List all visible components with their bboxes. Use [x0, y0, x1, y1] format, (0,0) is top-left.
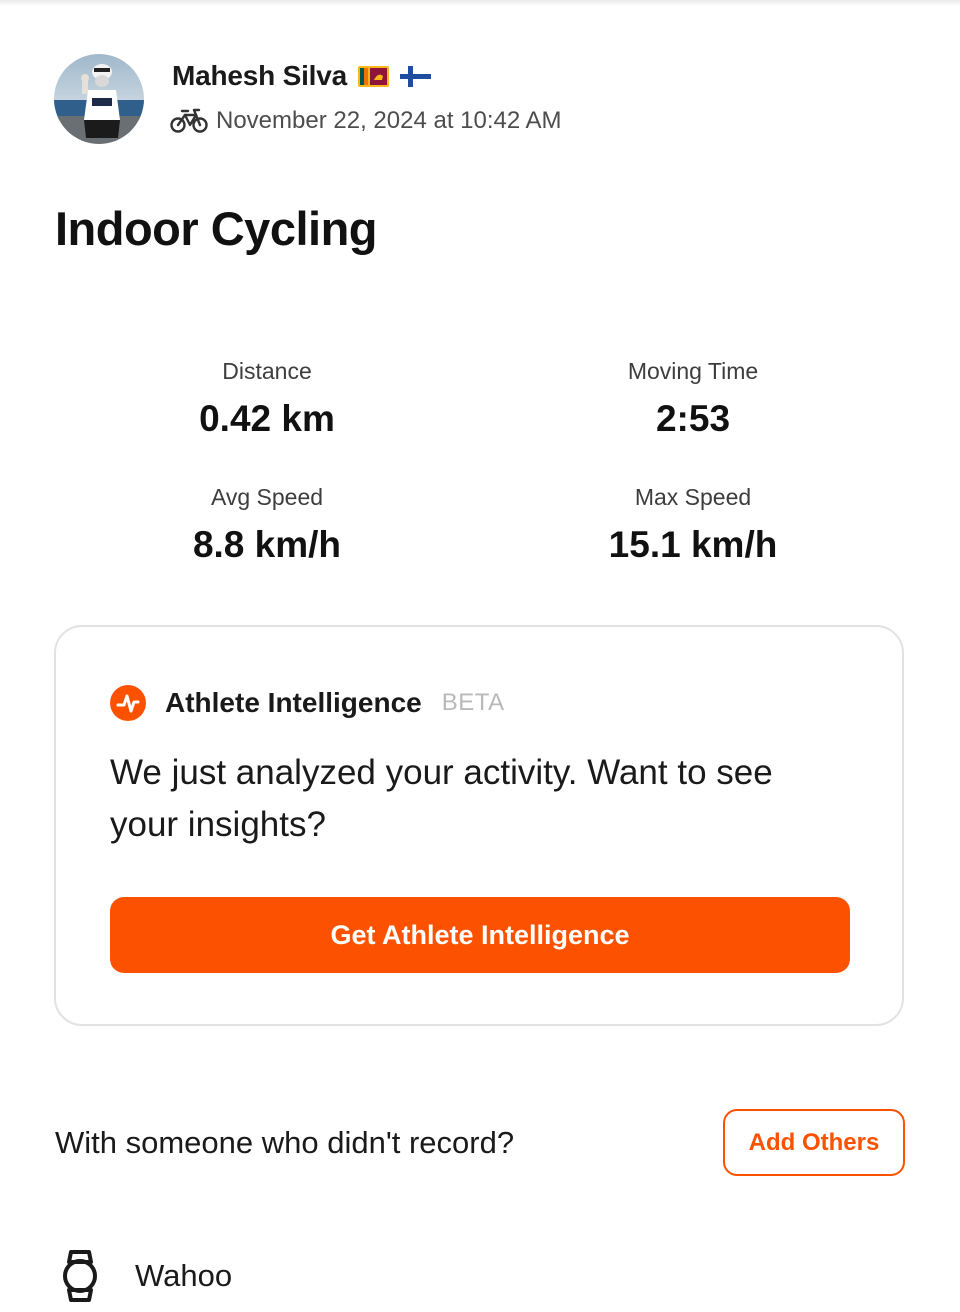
activity-title[interactable]: Indoor Cycling — [55, 201, 378, 256]
stat-value: 15.1 km/h — [608, 524, 778, 565]
watch-icon — [63, 1250, 97, 1302]
athlete-intelligence-card: Athlete Intelligence BETA We just analyz… — [54, 625, 904, 1026]
stat-moving-time: Moving Time 2:53 — [533, 356, 853, 440]
stat-label: Distance — [222, 358, 312, 384]
stat-value: 8.8 km/h — [192, 524, 342, 565]
bike-icon — [170, 108, 208, 133]
finland-flag-icon — [400, 65, 432, 87]
stat-label: Max Speed — [634, 484, 752, 510]
athlete-intelligence-title: Athlete Intelligence — [165, 687, 422, 718]
stat-value: 0.42 km — [199, 398, 335, 439]
top-divider — [0, 0, 960, 6]
sri-lanka-flag-icon — [358, 65, 390, 87]
stat-avg-speed: Avg Speed 8.8 km/h — [107, 482, 427, 566]
activity-datetime: November 22, 2024 at 10:42 AM — [216, 107, 562, 134]
athlete-name[interactable]: Mahesh Silva — [172, 60, 347, 92]
athlete-intelligence-message: We just analyzed your activity. Want to … — [110, 753, 773, 844]
activity-meta: November 22, 2024 at 10:42 AM — [170, 104, 562, 138]
stat-max-speed: Max Speed 15.1 km/h — [533, 482, 853, 566]
stat-distance: Distance 0.42 km — [107, 356, 427, 440]
stat-value: 2:53 — [655, 398, 731, 439]
add-others-button[interactable]: Add Others — [723, 1109, 905, 1176]
avatar-photo — [54, 54, 144, 144]
get-athlete-intelligence-button[interactable]: Get Athlete Intelligence — [110, 897, 850, 973]
device-row: Wahoo — [60, 1248, 232, 1304]
stat-label: Avg Speed — [210, 484, 324, 510]
athlete-name-row: Mahesh Silva — [172, 58, 432, 94]
athlete-intelligence-logo-icon — [110, 685, 146, 721]
with-someone-prompt: With someone who didn't record? — [55, 1125, 515, 1160]
beta-badge: BETA — [441, 689, 505, 716]
device-name: Wahoo — [135, 1258, 233, 1293]
stat-label: Moving Time — [627, 358, 759, 384]
athlete-intelligence-header: Athlete Intelligence BETA — [110, 683, 505, 723]
avatar[interactable] — [54, 54, 144, 144]
